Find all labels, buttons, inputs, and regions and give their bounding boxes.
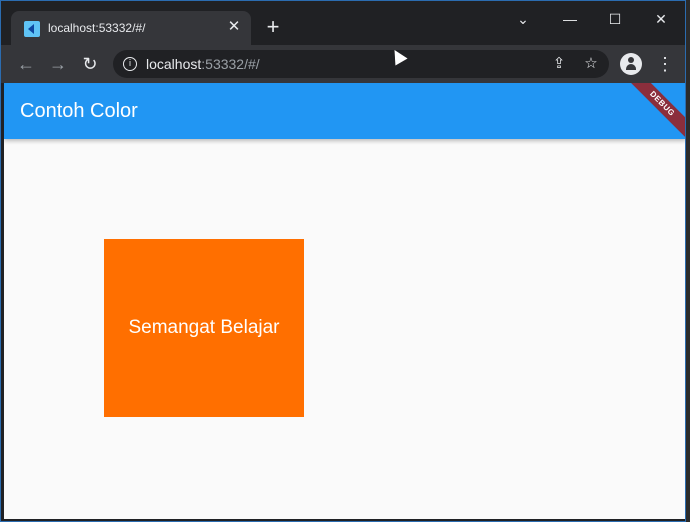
url-text: localhost:53332/#/ [146,56,260,72]
browser-menu-icon[interactable]: ⋮ [656,53,674,75]
tab-search-icon[interactable]: ⌄ [513,9,533,29]
reload-icon[interactable]: ↻ [79,53,101,75]
tab-bar: localhost:53332/#/ ✕ + ⌄ — ☐ ✕ [1,1,685,45]
container-text: Semangat Belajar [128,317,280,338]
site-info-icon[interactable]: i [123,57,137,71]
browser-toolbar: ← → ↻ i localhost:53332/#/ ⇪ ☆ ⋮ [1,45,685,83]
profile-avatar-icon[interactable] [620,53,642,75]
minimize-button[interactable]: — [560,9,580,29]
maximize-button[interactable]: ☐ [605,9,625,29]
new-tab-button[interactable]: + [263,16,283,38]
flutter-favicon-icon [24,21,40,37]
orange-container: Semangat Belajar [104,239,304,417]
tab-close-icon[interactable]: ✕ [225,18,243,36]
forward-icon[interactable]: → [47,53,69,75]
bookmark-star-icon[interactable]: ☆ [581,54,601,74]
close-window-button[interactable]: ✕ [651,9,671,29]
browser-window: localhost:53332/#/ ✕ + ⌄ — ☐ ✕ ← → ↻ i l… [0,0,686,522]
share-icon[interactable]: ⇪ [549,54,569,74]
browser-tab[interactable]: localhost:53332/#/ ✕ [11,11,251,45]
debug-banner: DEBUG [621,83,685,145]
tab-title: localhost:53332/#/ [48,21,146,35]
page-viewport: Contoh Color DEBUG Semangat Belajar [4,83,685,519]
app-bar-title: Contoh Color [20,100,138,122]
back-icon[interactable]: ← [15,53,37,75]
background-ide-strip [686,0,690,522]
app-bar: Contoh Color DEBUG [4,83,685,145]
address-bar[interactable]: i localhost:53332/#/ ⇪ ☆ [113,50,609,78]
